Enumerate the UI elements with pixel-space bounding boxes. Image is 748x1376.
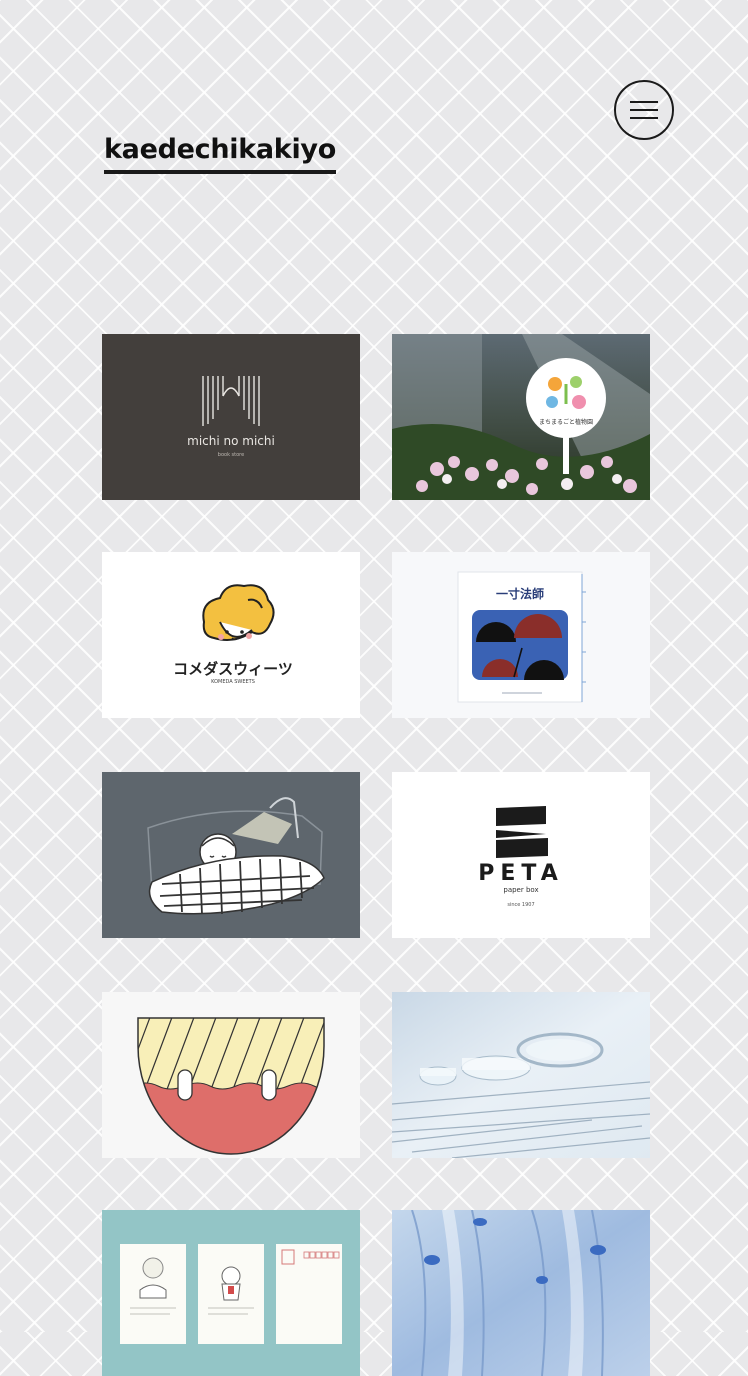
work-card-postcards[interactable]	[102, 1210, 360, 1376]
work-thumbnail	[102, 1210, 360, 1376]
work-thumbnail: コメダスウィーツ KOMEDA SWEETS	[102, 552, 360, 718]
work-card-machi-marugoto-shokubutsuen[interactable]: まちまるごと植物園	[392, 334, 650, 500]
hamburger-menu-icon	[630, 101, 658, 119]
work-subtitle: book store	[218, 452, 244, 458]
work-thumbnail	[392, 992, 650, 1158]
work-thumbnail	[102, 992, 360, 1158]
work-card-glass-objects[interactable]	[392, 992, 650, 1158]
work-subtitle: KOMEDA SWEETS	[211, 679, 255, 685]
work-thumbnail: まちまるごと植物園	[392, 334, 650, 500]
work-title: 一寸法師	[496, 586, 544, 601]
work-card-bowl-illustration[interactable]	[102, 992, 360, 1158]
work-thumbnail: PETA paper box since 1907	[392, 772, 650, 938]
work-title: michi no michi	[187, 434, 275, 448]
work-thumbnail: michi no michi book store	[102, 334, 360, 500]
site-title-link[interactable]: kaedechikakiyo	[104, 132, 336, 174]
work-title: まちまるごと植物園	[539, 418, 593, 426]
work-card-blue-fabric[interactable]	[392, 1210, 650, 1376]
work-title: PETA	[478, 861, 563, 886]
work-title: コメダスウィーツ	[173, 660, 293, 678]
work-subtitle: paper box	[503, 886, 538, 894]
work-card-issun-boshi[interactable]: 一寸法師	[392, 552, 650, 718]
work-card-michi-no-michi[interactable]: michi no michi book store	[102, 334, 360, 500]
work-thumbnail: 一寸法師	[392, 552, 650, 718]
work-thumbnail	[102, 772, 360, 938]
menu-button[interactable]	[614, 80, 674, 140]
work-card-sleeping-illustration[interactable]	[102, 772, 360, 938]
work-thumbnail	[392, 1210, 650, 1376]
work-card-komeda-sweets[interactable]: コメダスウィーツ KOMEDA SWEETS	[102, 552, 360, 718]
work-note: since 1907	[507, 902, 534, 908]
work-card-peta-paper-box[interactable]: PETA paper box since 1907	[392, 772, 650, 938]
